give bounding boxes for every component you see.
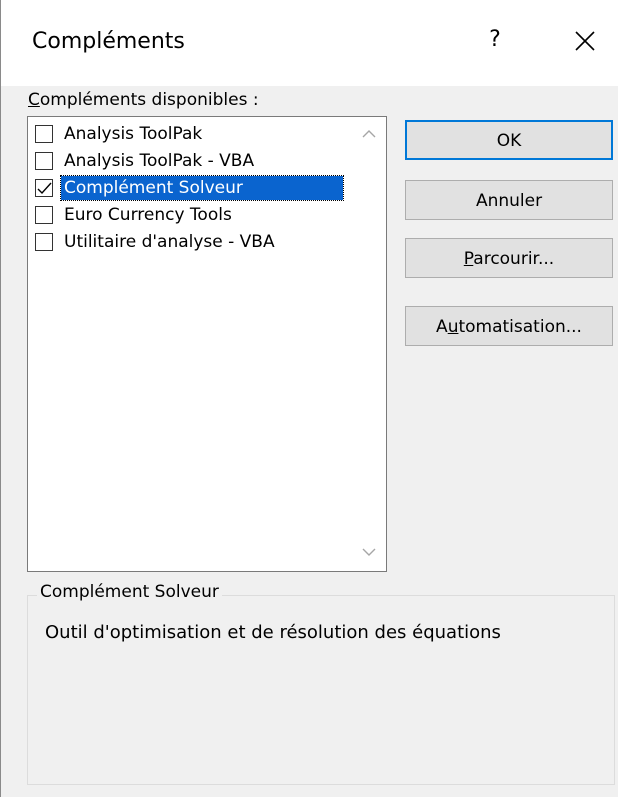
- browse-button[interactable]: Parcourir...: [405, 238, 613, 278]
- addins-list-label: Compléments disponibles :: [28, 90, 259, 110]
- browse-mnemonic: P: [463, 249, 474, 269]
- checkbox[interactable]: [35, 125, 53, 143]
- list-item-label: Utilitaire d'analyse - VBA: [64, 232, 275, 252]
- scroll-up-arrow-icon[interactable]: [360, 127, 378, 141]
- list-item-analysis-toolpak-vba[interactable]: Analysis ToolPak - VBA: [35, 148, 351, 174]
- automation-button[interactable]: Automatisation...: [405, 306, 613, 346]
- description-group-title: Complément Solveur: [37, 582, 222, 602]
- addins-list-label-text: ompléments disponibles :: [39, 90, 259, 110]
- automation-mnemonic: u: [447, 317, 459, 337]
- addins-listbox[interactable]: Analysis ToolPak Analysis ToolPak - VBA …: [27, 116, 387, 572]
- checkbox[interactable]: [35, 152, 53, 170]
- ok-button[interactable]: OK: [405, 120, 613, 160]
- browse-label: arcourir...: [473, 249, 555, 269]
- automation-label-prefix: A: [436, 317, 448, 337]
- list-scrollbar[interactable]: [352, 117, 386, 571]
- checkbox[interactable]: [35, 206, 53, 224]
- addins-dialog: Compléments ? Compléments disponibles : …: [0, 0, 618, 797]
- checkbox[interactable]: [35, 233, 53, 251]
- list-item-euro-currency-tools[interactable]: Euro Currency Tools: [35, 202, 351, 228]
- checkbox[interactable]: [35, 179, 53, 197]
- list-item-label: Complément Solveur: [60, 175, 344, 201]
- list-item-label: Euro Currency Tools: [64, 205, 232, 225]
- scroll-down-arrow-icon[interactable]: [360, 545, 378, 559]
- addin-description: Outil d'optimisation et de résolution de…: [45, 622, 501, 643]
- list-item-utilitaire-analyse-vba[interactable]: Utilitaire d'analyse - VBA: [35, 229, 351, 255]
- title-bar: Compléments ?: [1, 0, 618, 86]
- list-item-complement-solveur[interactable]: Complément Solveur: [35, 175, 351, 201]
- checkmark-icon: [37, 182, 52, 195]
- list-item-analysis-toolpak[interactable]: Analysis ToolPak: [35, 121, 351, 147]
- addins-list-label-mnemonic: C: [28, 90, 40, 110]
- list-item-label: Analysis ToolPak - VBA: [64, 151, 255, 171]
- help-button[interactable]: ?: [479, 22, 511, 58]
- list-item-label: Analysis ToolPak: [64, 124, 203, 144]
- close-button[interactable]: [569, 24, 601, 58]
- automation-label: tomatisation...: [458, 317, 582, 337]
- close-icon: [575, 31, 595, 51]
- cancel-button[interactable]: Annuler: [405, 180, 613, 220]
- dialog-title: Compléments: [32, 29, 185, 54]
